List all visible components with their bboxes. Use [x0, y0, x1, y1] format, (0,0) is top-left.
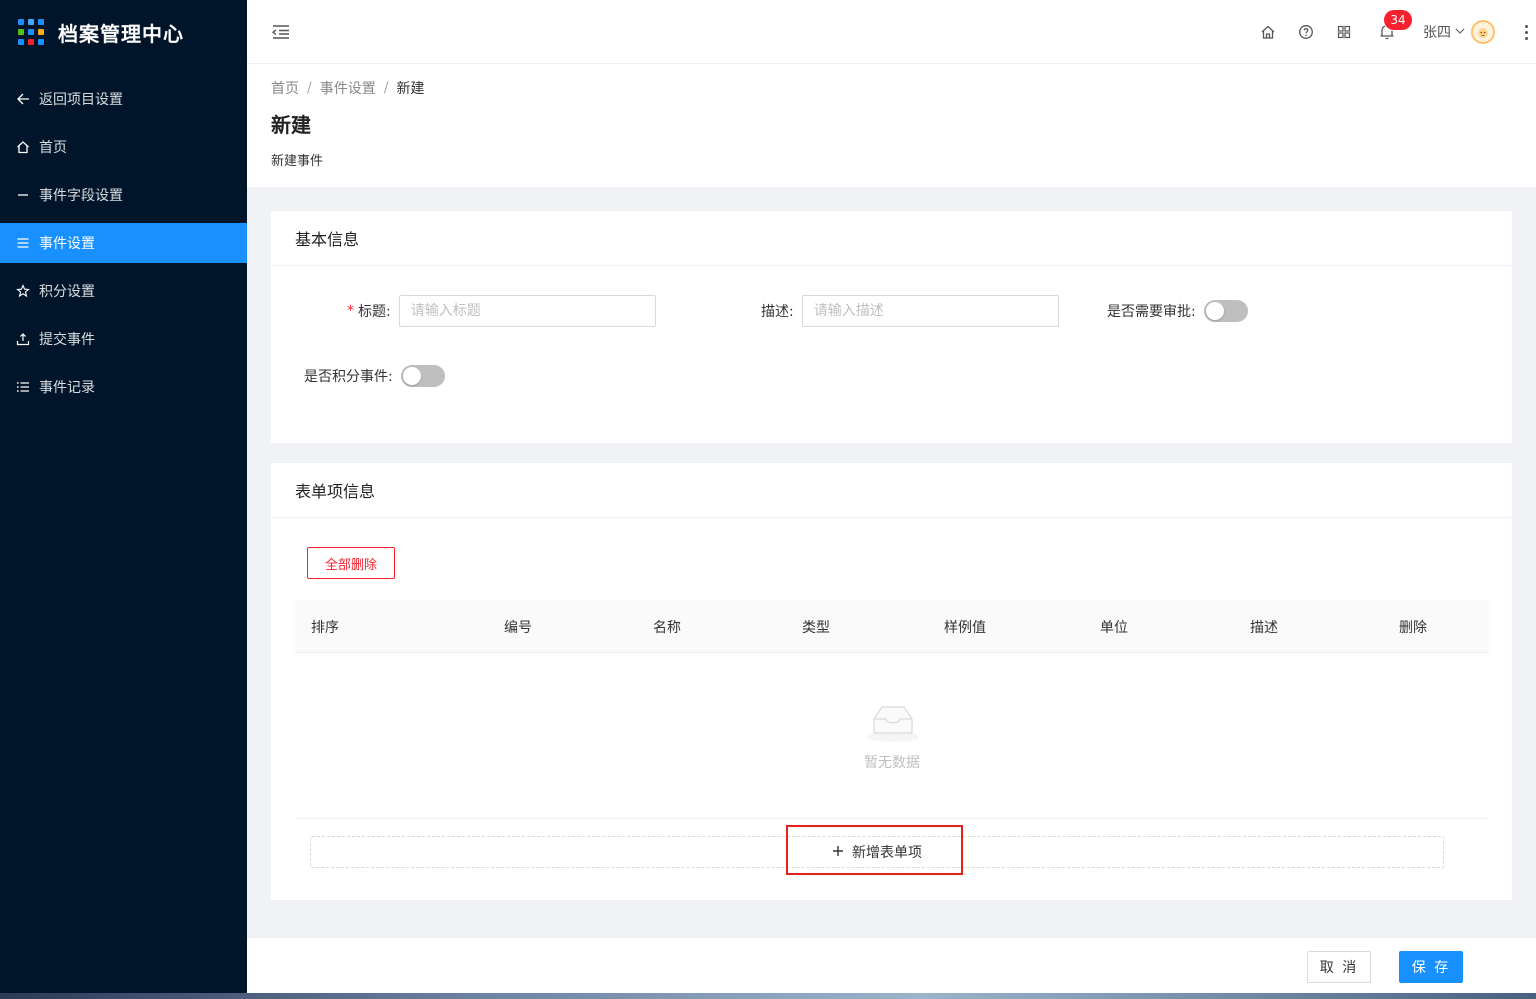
form-items-title: 表单项信息 [271, 463, 1512, 518]
approval-switch[interactable] [1203, 300, 1248, 322]
points-form-item: 是否积分事件: [304, 360, 445, 392]
required-mark: * [347, 303, 354, 319]
ordered-list-icon [15, 379, 31, 395]
description-form-item: 描述: [761, 295, 1059, 327]
chevron-down-icon [1455, 27, 1465, 38]
star-icon [15, 283, 31, 299]
sidebar-item-event-settings[interactable]: 事件设置 [0, 223, 247, 263]
description-input[interactable] [801, 295, 1059, 327]
empty-inbox-icon [865, 699, 921, 743]
switch-knob [1205, 302, 1224, 320]
points-switch[interactable] [400, 365, 445, 387]
breadcrumb-separator: / [307, 80, 312, 96]
column-header-order: 排序 [311, 619, 339, 636]
question-icon[interactable] [1297, 22, 1315, 42]
upload-icon [15, 331, 31, 347]
breadcrumb-item-event-settings[interactable]: 事件设置 [320, 78, 376, 98]
column-header-unit: 单位 [1100, 619, 1128, 636]
sidebar-menu: 返回项目设置 首页 事件字段设置 事件设置 积分设置 提交事件 事件记录 [0, 79, 247, 407]
sidebar-item-label: 事件设置 [39, 236, 95, 252]
footer-toolbar: 取 消 保 存 [247, 937, 1536, 993]
sidebar-item-label: 首页 [39, 140, 67, 156]
sidebar-item-points-settings[interactable]: 积分设置 [0, 271, 247, 311]
description-label: 描述: [761, 304, 794, 320]
breadcrumb-item-current: 新建 [396, 81, 425, 97]
column-header-delete: 删除 [1399, 619, 1427, 636]
minus-icon [15, 187, 31, 203]
sidebar-item-event-records[interactable]: 事件记录 [0, 367, 247, 407]
add-form-item-label: 新增表单项 [852, 845, 922, 861]
appstore-icon[interactable] [1335, 22, 1353, 42]
title-input[interactable] [398, 295, 656, 327]
sidebar-item-label: 事件字段设置 [39, 188, 123, 204]
desktop-taskbar-strip [0, 993, 1536, 999]
arrow-left-icon [15, 91, 31, 107]
sidebar-item-label: 返回项目设置 [39, 92, 123, 108]
page-description: 新建事件 [271, 154, 324, 169]
cancel-button[interactable]: 取 消 [1307, 951, 1371, 983]
sidebar-item-label: 事件记录 [39, 380, 95, 396]
sidebar-item-back-project-settings[interactable]: 返回项目设置 [0, 79, 247, 119]
approval-label: 是否需要审批: [1107, 304, 1196, 320]
breadcrumb-separator: / [383, 80, 389, 96]
breadcrumb-item-home[interactable]: 首页 [271, 78, 299, 98]
avatar [1471, 20, 1495, 44]
sidebar-item-home[interactable]: 首页 [0, 127, 247, 167]
column-header-type: 类型 [802, 619, 830, 636]
more-icon[interactable] [1519, 20, 1533, 44]
basic-info-title: 基本信息 [271, 211, 1512, 266]
app-title: 档案管理中心 [58, 21, 184, 46]
form-items-table: 排序 编号 名称 类型 样例值 单位 描述 删除 暂无数据 [295, 600, 1489, 819]
home-icon [15, 139, 31, 155]
switch-knob [402, 367, 421, 385]
user-menu[interactable]: 张四 [1423, 18, 1495, 46]
save-button[interactable]: 保 存 [1399, 951, 1463, 983]
table-header: 排序 编号 名称 类型 样例值 单位 描述 删除 [295, 600, 1489, 653]
add-form-item-button[interactable]: 新增表单项 [310, 836, 1444, 868]
menu-fold-icon[interactable] [271, 22, 291, 42]
title-form-item: * 标题: [347, 295, 656, 327]
form-items-card: 表单项信息 全部删除 排序 编号 名称 类型 样例值 单位 描述 删除 暂无数据 [271, 463, 1512, 900]
column-header-sample-value: 样例值 [944, 619, 986, 636]
sidebar-item-label: 提交事件 [39, 332, 95, 348]
points-label: 是否积分事件: [304, 369, 393, 385]
breadcrumb: 首页 / 事件设置 / 新建 [271, 78, 1512, 98]
title-label: 标题: [358, 304, 391, 320]
delete-all-button[interactable]: 全部删除 [307, 547, 395, 579]
app-logo[interactable]: 档案管理中心 [0, 0, 247, 64]
column-header-code: 编号 [504, 619, 532, 636]
basic-info-card: 基本信息 * 标题: 描述: 是否需要审批: 是否积分事件: [271, 211, 1512, 443]
list-icon [15, 235, 31, 251]
column-header-name: 名称 [653, 619, 681, 636]
column-header-description: 描述 [1250, 619, 1278, 636]
notification-badge: 34 [1384, 10, 1412, 30]
sidebar: 档案管理中心 返回项目设置 首页 事件字段设置 事件设置 积分设置 提交事件 事… [0, 0, 247, 993]
top-header: 34 张四 [247, 0, 1536, 64]
sidebar-item-label: 积分设置 [39, 284, 95, 300]
page-header: 首页 / 事件设置 / 新建 新建 新建事件 [247, 64, 1536, 187]
approval-form-item: 是否需要审批: [1107, 295, 1248, 327]
page-title: 新建 [271, 113, 311, 137]
sidebar-item-submit-event[interactable]: 提交事件 [0, 319, 247, 359]
home-icon[interactable] [1259, 22, 1277, 42]
user-name: 张四 [1423, 25, 1451, 41]
plus-icon [832, 843, 844, 861]
empty-text: 暂无数据 [864, 755, 920, 771]
table-empty-state: 暂无数据 [295, 653, 1489, 819]
sidebar-item-event-field-settings[interactable]: 事件字段设置 [0, 175, 247, 215]
apps-grid-icon [18, 19, 44, 45]
